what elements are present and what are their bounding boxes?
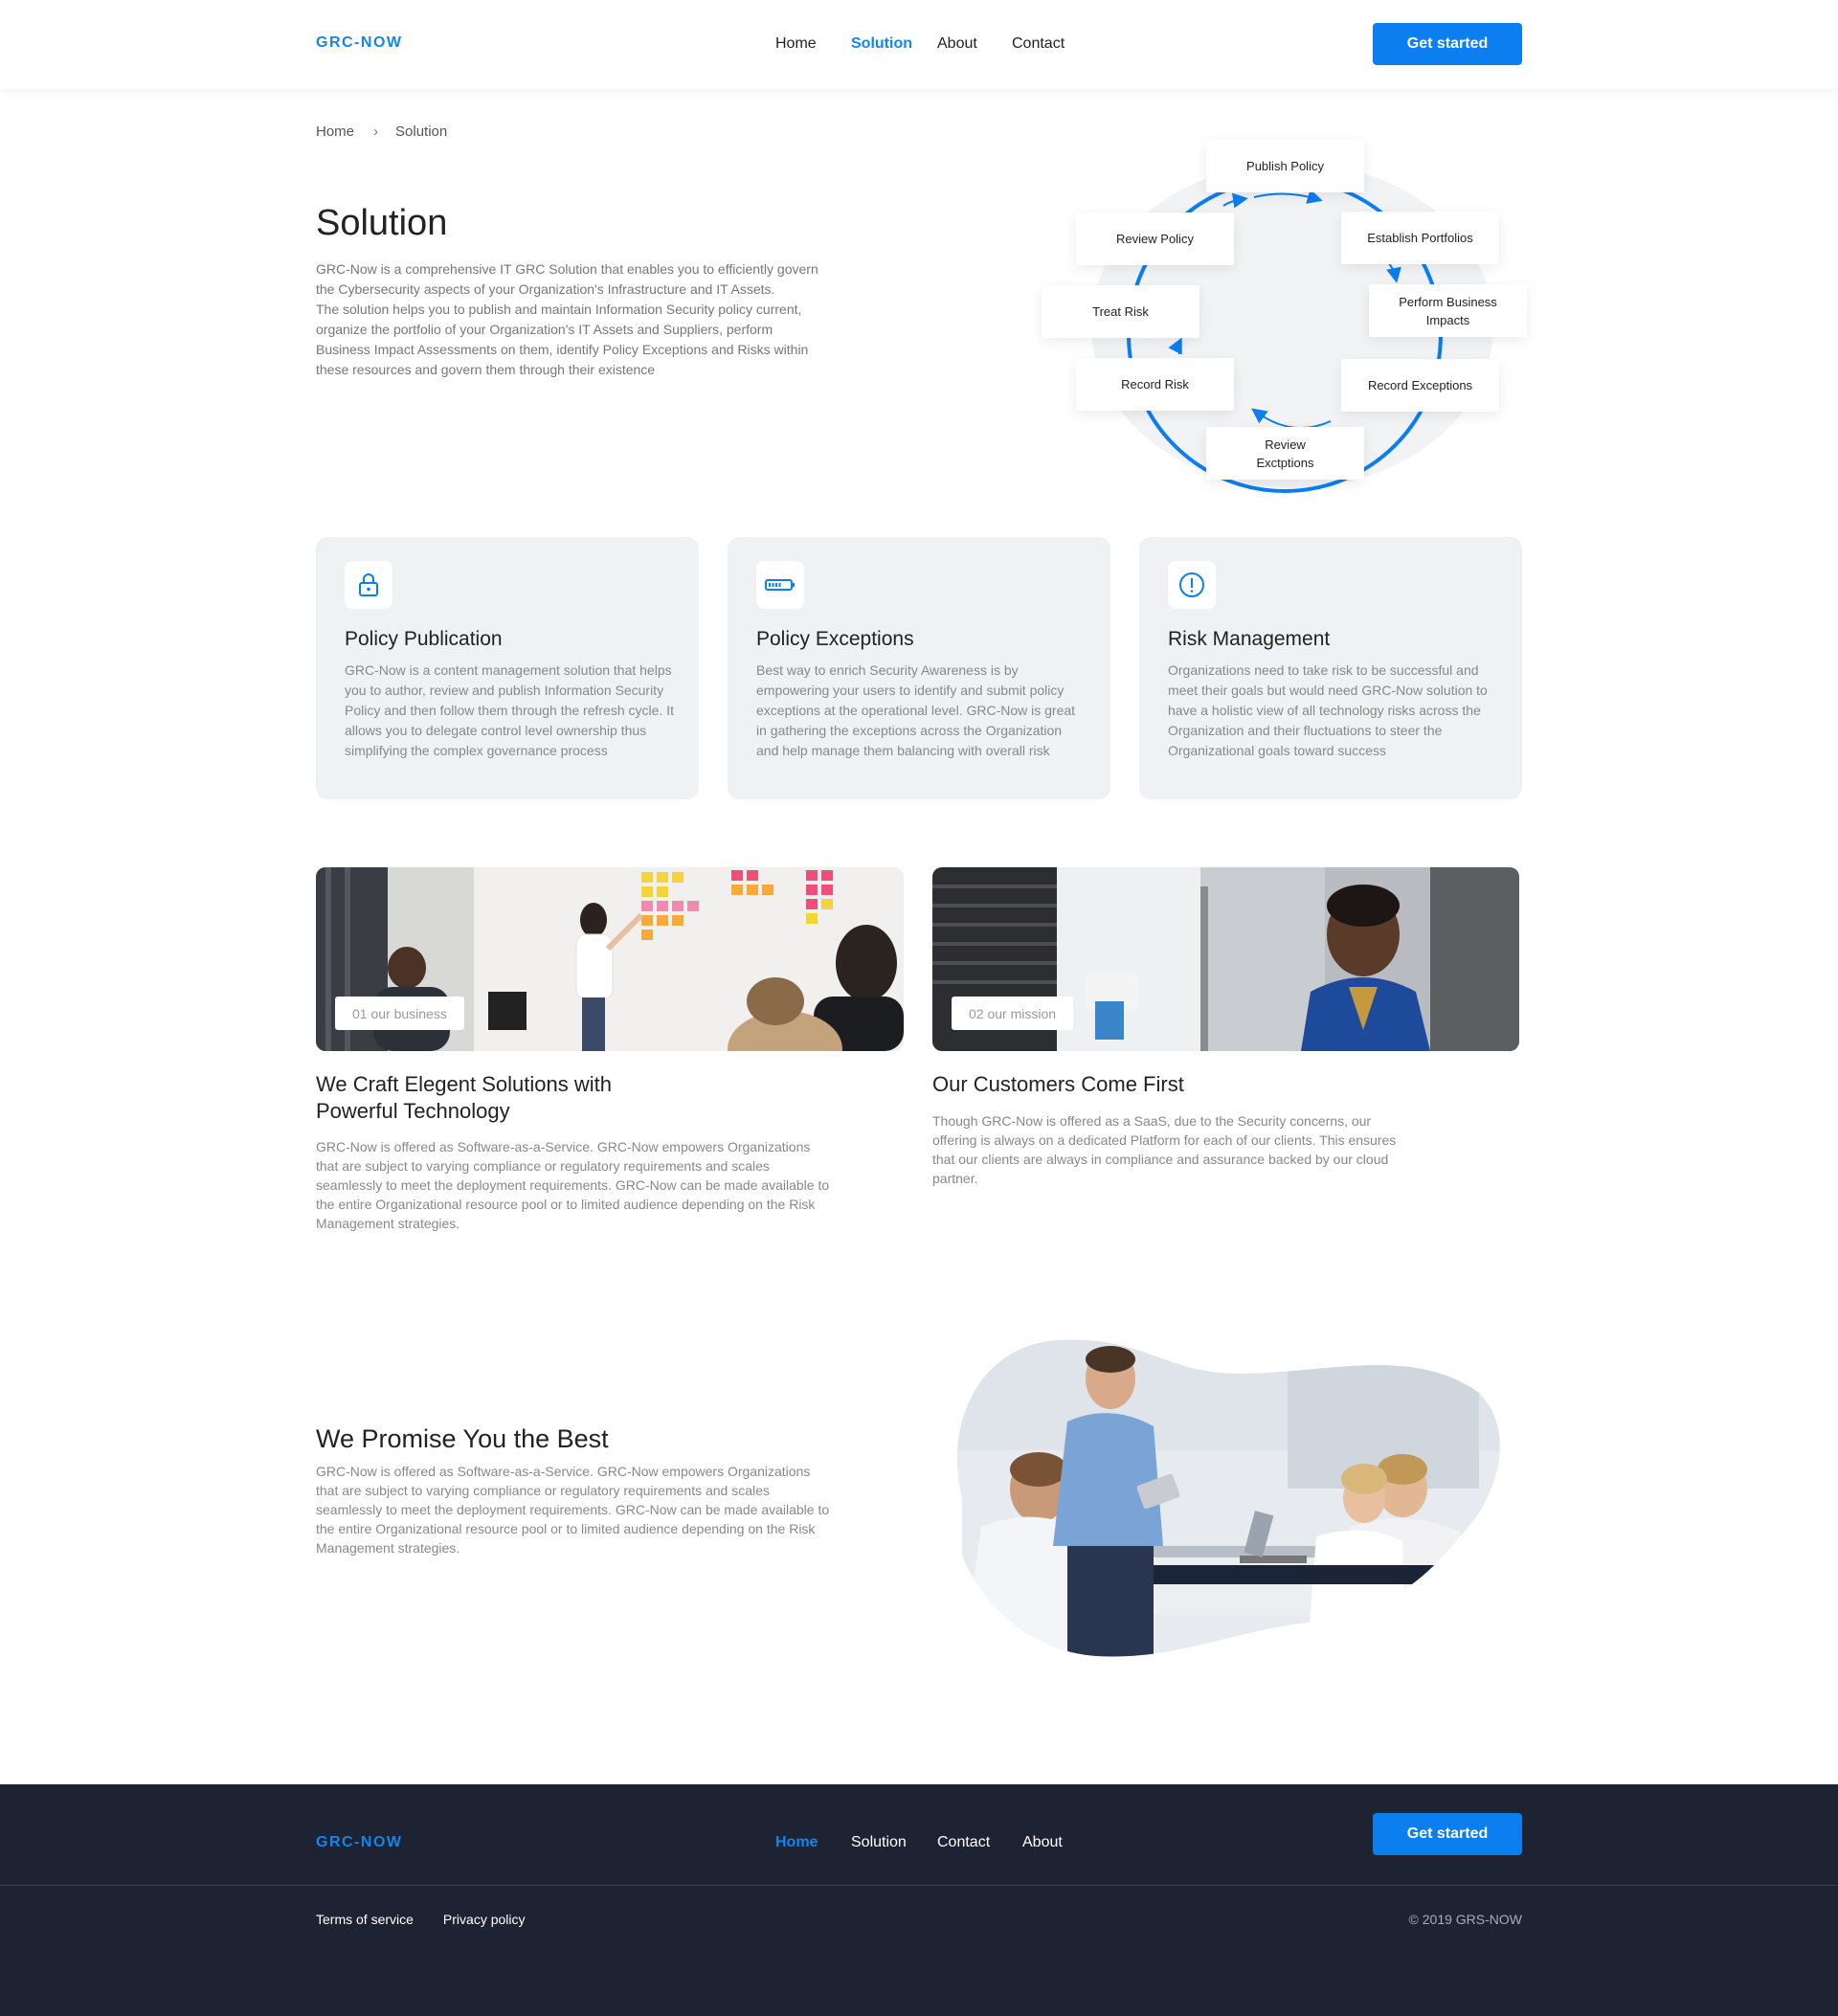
cycle-step-publish-policy: Publish Policy xyxy=(1206,140,1364,192)
feature-card-policy-publication: Policy Publication GRC-Now is a content … xyxy=(316,537,699,799)
arrow-icon xyxy=(1253,189,1323,204)
cycle-step-perform-business-impacts: Perform Business Impacts xyxy=(1369,284,1527,337)
footer-logo[interactable]: GRC-NOW xyxy=(316,1834,402,1851)
breadcrumb-current: Solution xyxy=(395,123,448,140)
page-title: Solution xyxy=(316,203,448,243)
footer-get-started-button[interactable]: Get started xyxy=(1373,1813,1522,1855)
promise-title: We Promise You the Best xyxy=(316,1424,609,1453)
business-text: GRC-Now is offered as Software-as-a-Serv… xyxy=(316,1139,830,1231)
get-started-button[interactable]: Get started xyxy=(1373,23,1522,65)
feature-card-policy-exceptions: Policy Exceptions Best way to enrich Sec… xyxy=(728,537,1110,799)
governance-cycle-diagram: Publish Policy Establish Portfolios Perf… xyxy=(1034,134,1532,498)
nav-contact[interactable]: Contact xyxy=(1012,35,1065,53)
cycle-step-treat-risk: Treat Risk xyxy=(1042,285,1199,338)
cycle-step-record-exceptions: Record Exceptions xyxy=(1341,359,1499,412)
card-text: Best way to enrich Security Awareness is… xyxy=(756,662,1076,758)
lock-icon xyxy=(345,561,392,609)
cycle-step-review-policy: Review Policy xyxy=(1076,213,1234,265)
footer-nav-solution[interactable]: Solution xyxy=(851,1834,907,1851)
privacy-policy-link[interactable]: Privacy policy xyxy=(443,1912,526,1927)
cycle-step-establish-portfolios: Establish Portfolios xyxy=(1341,212,1499,264)
card-title: Policy Exceptions xyxy=(756,628,914,650)
cycle-step-review-exceptions: Review Exctptions xyxy=(1206,427,1364,480)
nav-home[interactable]: Home xyxy=(775,35,817,53)
promise-text: GRC-Now is offered as Software-as-a-Serv… xyxy=(316,1464,830,1556)
nav-about[interactable]: About xyxy=(937,35,977,53)
feature-card-risk-management: Risk Management Organizations need to ta… xyxy=(1139,537,1522,799)
alert-circle-icon xyxy=(1168,561,1216,609)
mission-title: Our Customers Come First xyxy=(932,1072,1184,1096)
footer-divider xyxy=(0,1885,1838,1886)
battery-icon xyxy=(756,561,804,609)
mission-text: Though GRC-Now is offered as a SaaS, due… xyxy=(932,1113,1397,1186)
site-footer: GRC-NOW Home Solution Contact About Get … xyxy=(0,1784,1838,2016)
mission-photo: 02 our mission xyxy=(932,867,1519,1051)
business-tag: 01 our business xyxy=(335,997,464,1030)
arrow-icon xyxy=(1251,408,1332,430)
card-text: GRC-Now is a content management solution… xyxy=(345,662,674,758)
business-title: We Craft Elegent Solutions with Powerful… xyxy=(316,1072,612,1123)
breadcrumb: Home › Solution xyxy=(316,123,447,140)
card-title: Policy Publication xyxy=(345,628,503,650)
arrow-icon xyxy=(1168,337,1182,355)
business-photo: 01 our business xyxy=(316,867,904,1051)
hero-text: GRC-Now is a comprehensive IT GRC Soluti… xyxy=(316,261,818,377)
footer-nav-contact[interactable]: Contact xyxy=(937,1834,990,1851)
logo[interactable]: GRC-NOW xyxy=(316,34,402,52)
card-text: Organizations need to take risk to be su… xyxy=(1168,662,1488,758)
terms-of-service-link[interactable]: Terms of service xyxy=(316,1912,414,1927)
card-title: Risk Management xyxy=(1168,628,1331,650)
copyright: © 2019 GRS-NOW xyxy=(1408,1912,1522,1927)
footer-nav-about[interactable]: About xyxy=(1022,1834,1063,1851)
nav-solution[interactable]: Solution xyxy=(851,35,912,53)
mission-tag: 02 our mission xyxy=(952,997,1074,1030)
team-meeting-image xyxy=(956,1339,1500,1657)
site-header: GRC-NOW Home Solution About Contact Get … xyxy=(0,0,1838,89)
cycle-step-record-risk: Record Risk xyxy=(1076,358,1234,411)
footer-links: Terms of service Privacy policy xyxy=(316,1912,526,1927)
arrow-icon xyxy=(1222,192,1248,209)
chevron-right-icon: › xyxy=(373,123,379,140)
breadcrumb-home[interactable]: Home xyxy=(316,123,354,140)
hero-description: GRC-Now is a comprehensive IT GRC Soluti… xyxy=(316,259,881,380)
footer-nav-home[interactable]: Home xyxy=(775,1834,818,1851)
